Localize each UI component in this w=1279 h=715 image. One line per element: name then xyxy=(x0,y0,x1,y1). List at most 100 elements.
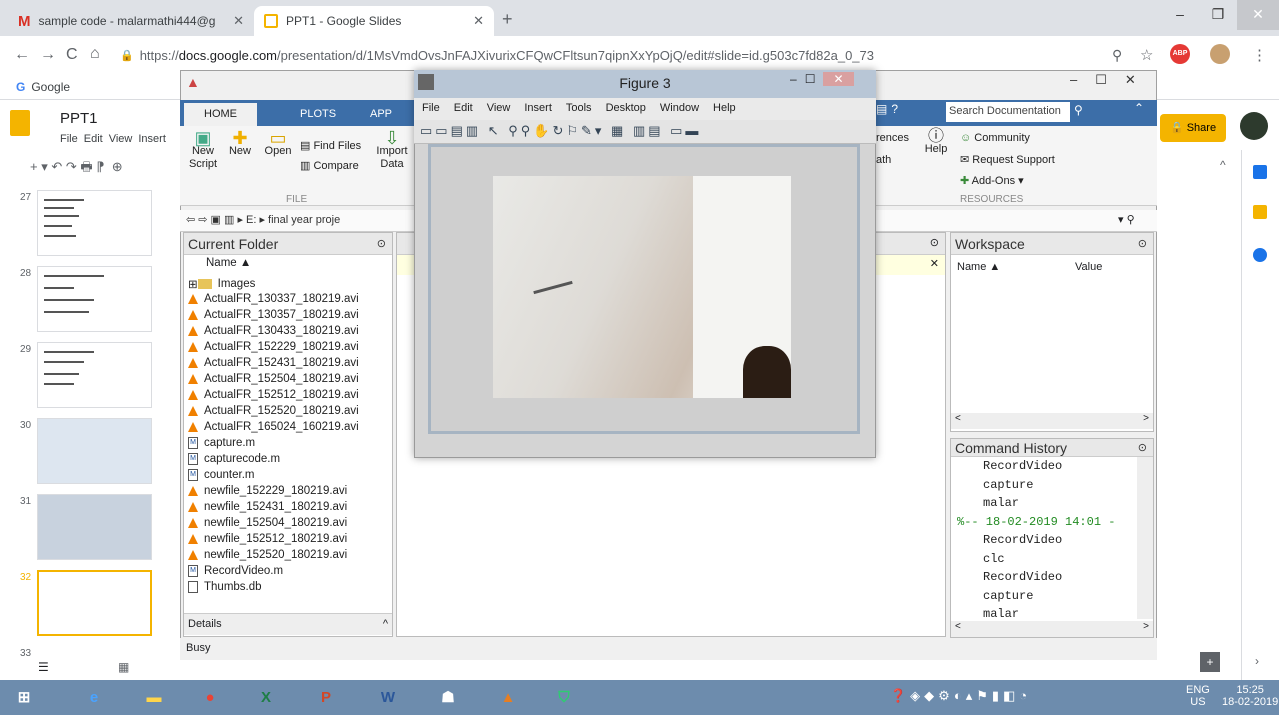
menu-desktop[interactable]: Desktop xyxy=(606,102,646,116)
set-path-button[interactable]: ath xyxy=(876,154,891,167)
star-icon[interactable]: ☆ xyxy=(1140,46,1153,64)
minimize-icon[interactable]: – xyxy=(1161,0,1199,30)
history-entry[interactable]: capture xyxy=(983,589,1033,603)
slide-thumbnail[interactable] xyxy=(37,494,152,560)
file-list-item[interactable]: Mcapturecode.m xyxy=(188,453,280,465)
url-field[interactable]: 🔒 https://docs.google.com/presentation/d/… xyxy=(120,42,1170,68)
file-list-item[interactable]: ActualFR_152512_180219.avi xyxy=(188,389,359,401)
menu-tools[interactable]: Tools xyxy=(566,102,592,116)
slide-thumbnail[interactable] xyxy=(37,190,152,256)
share-button[interactable]: 🔒 Share xyxy=(1160,114,1226,142)
chrome-icon[interactable]: ● xyxy=(190,684,230,712)
minimize-icon[interactable]: – xyxy=(1070,72,1077,88)
adblock-icon[interactable]: ABP xyxy=(1170,44,1190,64)
back-icon[interactable]: ← xyxy=(14,46,30,64)
community-button[interactable]: ☺ Community xyxy=(960,132,1030,145)
preferences-button[interactable]: rences xyxy=(876,132,909,145)
maximize-icon[interactable]: ☐ xyxy=(1095,72,1107,88)
history-entry[interactable]: RecordVideo xyxy=(983,533,1062,547)
tasks-icon[interactable] xyxy=(1253,248,1267,262)
slide-thumbnail-selected[interactable] xyxy=(37,570,152,636)
value-column-header[interactable]: Value xyxy=(1075,261,1102,273)
close-icon[interactable]: ✕ xyxy=(823,72,854,86)
addons-button[interactable]: ✚ Add-Ons ▾ xyxy=(960,175,1024,188)
file-list-item[interactable]: ActualFR_130337_180219.avi xyxy=(188,293,359,305)
panel-menu-icon[interactable]: ⊙ xyxy=(1138,233,1147,255)
file-list-item[interactable]: newfile_152431_180219.avi xyxy=(188,501,347,513)
calendar-icon[interactable] xyxy=(1253,165,1267,179)
request-support-button[interactable]: ✉ Request Support xyxy=(960,154,1055,167)
menu-view[interactable]: View xyxy=(109,133,133,145)
history-scrollbar[interactable] xyxy=(1137,457,1153,619)
home-icon[interactable]: ⌂ xyxy=(90,45,100,63)
new-tab-button[interactable]: + xyxy=(502,9,513,30)
avatar[interactable] xyxy=(1210,44,1230,64)
menu-help[interactable]: Help xyxy=(713,102,736,116)
minimize-icon[interactable]: – xyxy=(790,72,797,86)
toolbar-icons[interactable]: ▭▭▤▥ ↖ ⚲⚲✋↻⚐✎▾ ▦ ▥▤ ▭▬ xyxy=(420,123,701,139)
tab-apps[interactable]: APP xyxy=(360,103,402,126)
maximize-icon[interactable]: ☐ xyxy=(805,72,816,86)
file-list-item[interactable]: newfile_152520_180219.avi xyxy=(188,549,347,561)
reload-icon[interactable]: C xyxy=(66,46,78,64)
doc-title[interactable]: PPT1 xyxy=(60,110,98,127)
collapse-icon[interactable]: ^ xyxy=(1220,158,1226,172)
help-icon[interactable]: ? xyxy=(891,102,898,122)
tab-gmail[interactable]: Msample code - malarmathi444@g ✕ xyxy=(8,6,254,36)
account-avatar[interactable] xyxy=(1240,112,1268,140)
word-icon[interactable]: W xyxy=(368,684,408,712)
panel-menu-icon[interactable]: ⊙ xyxy=(377,233,386,255)
open-button[interactable]: ▭ Open xyxy=(262,129,294,158)
workspace-scrollbar[interactable]: < > xyxy=(951,413,1153,429)
history-entry[interactable]: %-- 18-02-2019 14:01 - xyxy=(957,515,1115,529)
tab-home[interactable]: HOME xyxy=(184,103,257,126)
expand-icon[interactable]: ⊞ xyxy=(188,277,198,291)
file-list-item[interactable]: ⊞ Images xyxy=(188,277,255,291)
tab-slides[interactable]: PPT1 - Google Slides ✕ xyxy=(254,6,494,36)
expand-icon[interactable]: › xyxy=(1255,654,1259,668)
start-icon[interactable]: ⊞ xyxy=(4,684,44,712)
menu-edit[interactable]: Edit xyxy=(454,102,473,116)
ie-icon[interactable]: e xyxy=(74,684,114,712)
excel-icon[interactable]: X xyxy=(246,684,286,712)
panel-menu-icon[interactable]: ⊙ xyxy=(1138,439,1147,457)
shield-icon[interactable]: ⛉ xyxy=(544,684,584,712)
find-files-button[interactable]: ▤ Find Files xyxy=(300,140,361,153)
app-icon[interactable]: ☗ xyxy=(428,684,468,712)
slide-thumbnail[interactable] xyxy=(37,418,152,484)
file-list-item[interactable]: newfile_152512_180219.avi xyxy=(188,533,347,545)
compare-button[interactable]: ▥ Compare xyxy=(300,160,359,173)
path-dropdown-icon[interactable]: ▾ ⚲ xyxy=(1118,213,1135,226)
clock[interactable]: 15:25 18-02-2019 xyxy=(1222,684,1278,708)
slide-thumbnail[interactable] xyxy=(37,266,152,332)
file-list-item[interactable]: newfile_152504_180219.avi xyxy=(188,517,347,529)
file-list-item[interactable]: ActualFR_130433_180219.avi xyxy=(188,325,359,337)
tray-icons[interactable]: ❓◈◆⚙◐▴⚑▮◧◔ xyxy=(890,688,1031,704)
menu-insert[interactable]: Insert xyxy=(138,133,166,145)
filmstrip-icon[interactable]: ▦ xyxy=(118,660,129,674)
history-entry[interactable]: malar xyxy=(983,496,1019,510)
history-entry[interactable]: RecordVideo xyxy=(983,459,1062,473)
name-column-header[interactable]: Name ▲ xyxy=(957,261,1000,273)
close-icon[interactable]: ✕ xyxy=(233,13,244,29)
close-window-icon[interactable]: ✕ xyxy=(1237,0,1279,30)
name-column-header[interactable]: Name ▲ xyxy=(206,257,251,269)
menu-edit[interactable]: Edit xyxy=(84,133,103,145)
menu-insert[interactable]: Insert xyxy=(524,102,552,116)
search-documentation-input[interactable]: Search Documentation xyxy=(946,102,1070,122)
menu-icon[interactable]: ⋮ xyxy=(1252,46,1267,64)
new-script-button[interactable]: ▣ New Script xyxy=(188,129,218,171)
history-entry[interactable]: clc xyxy=(983,552,1005,566)
file-list-item[interactable]: Mcapture.m xyxy=(188,437,255,449)
panel-menu-icon[interactable]: ⊙ xyxy=(930,236,939,249)
import-data-button[interactable]: ⇩ Import Data xyxy=(374,129,410,171)
file-list-item[interactable]: ActualFR_152504_180219.avi xyxy=(188,373,359,385)
close-icon[interactable]: ✕ xyxy=(1125,72,1136,88)
keep-icon[interactable] xyxy=(1253,205,1267,219)
file-list-item[interactable]: newfile_152229_180219.avi xyxy=(188,485,347,497)
collapse-ribbon-icon[interactable]: ⌃ xyxy=(1134,101,1144,115)
close-icon[interactable]: ✕ xyxy=(473,13,484,29)
file-list-item[interactable]: Thumbs.db xyxy=(188,581,262,593)
tab-plots[interactable]: PLOTS xyxy=(280,103,356,126)
path-nav[interactable]: ⇦ ⇨ ▣ ▥ ▸ E: ▸ final year proje xyxy=(186,213,340,226)
